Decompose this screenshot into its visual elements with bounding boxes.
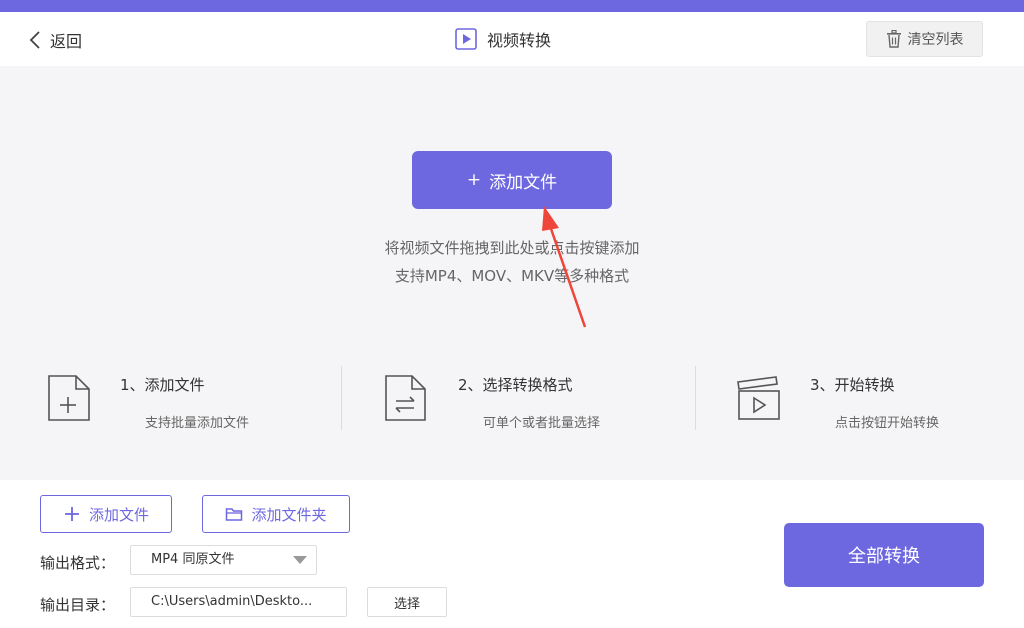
page-title: 视频转换 xyxy=(455,26,551,52)
plus-icon: + xyxy=(466,170,482,190)
step-1-desc: 支持批量添加文件 xyxy=(145,416,250,431)
annotation-arrow-icon xyxy=(542,206,587,328)
output-format-select[interactable]: MP4 同原文件 xyxy=(130,545,317,575)
chevron-left-icon xyxy=(29,31,40,49)
plus-icon xyxy=(64,507,79,521)
step-2-title: 2、选择转换格式 xyxy=(458,376,573,394)
step-divider xyxy=(341,366,342,430)
clear-list-button[interactable]: 清空列表 xyxy=(866,21,983,57)
add-file-main-label: 添加文件 xyxy=(489,172,558,193)
drop-hint-line2: 支持MP4、MOV、MKV等多种格式 xyxy=(394,267,630,285)
file-convert-icon xyxy=(385,375,426,421)
steps-guide: 1、添加文件 支持批量添加文件 2、选择转换格式 可单个或者批量选择 3、开始转… xyxy=(0,362,1024,432)
trash-icon xyxy=(886,30,901,48)
output-dir-field[interactable]: C:\Users\admin\Deskto... xyxy=(130,587,347,617)
header: 返回 视频转换 清空列表 xyxy=(0,12,1024,66)
clear-list-label: 清空列表 xyxy=(907,32,964,48)
step-divider xyxy=(695,366,696,430)
add-file-button[interactable]: 添加文件 xyxy=(40,495,172,533)
video-play-icon xyxy=(455,28,477,50)
back-button[interactable]: 返回 xyxy=(28,28,82,52)
folder-icon xyxy=(226,508,243,521)
step-3-title: 3、开始转换 xyxy=(810,376,895,394)
step-1-title: 1、添加文件 xyxy=(120,376,205,394)
add-file-label: 添加文件 xyxy=(88,505,149,524)
step-3-desc: 点击按钮开始转换 xyxy=(835,416,940,431)
output-format-value: MP4 同原文件 xyxy=(151,552,235,567)
drop-hint-line1: 将视频文件拖拽到此处或点击按键添加 xyxy=(384,239,640,257)
top-accent-bar xyxy=(0,0,1024,12)
add-folder-button[interactable]: 添加文件夹 xyxy=(202,495,350,533)
back-label: 返回 xyxy=(50,32,83,51)
add-folder-label: 添加文件夹 xyxy=(251,505,327,524)
convert-all-button[interactable]: 全部转换 xyxy=(784,523,984,587)
clapperboard-play-icon xyxy=(737,376,780,420)
chevron-down-icon xyxy=(293,556,307,564)
drop-zone[interactable]: + 添加文件 将视频文件拖拽到此处或点击按键添加 支持MP4、MOV、MKV等多… xyxy=(0,66,1024,480)
bottom-panel: 添加文件 添加文件夹 输出格式： MP4 同原文件 输出目录： C:\Users… xyxy=(0,480,1024,628)
file-add-icon xyxy=(48,375,90,421)
page-title-text: 视频转换 xyxy=(487,31,552,50)
step-2-desc: 可单个或者批量选择 xyxy=(483,416,601,431)
output-format-label: 输出格式： xyxy=(40,554,116,572)
choose-dir-button[interactable]: 选择 xyxy=(367,587,447,617)
output-dir-label: 输出目录： xyxy=(40,596,116,614)
